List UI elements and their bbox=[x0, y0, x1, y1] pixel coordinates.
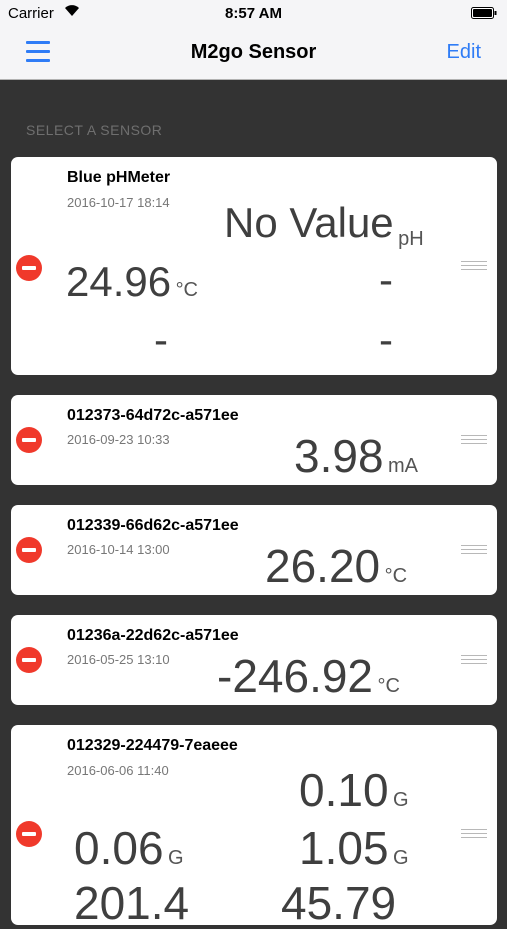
reorder-handle-icon[interactable] bbox=[461, 829, 487, 839]
reading: 3.98 mA bbox=[294, 430, 418, 482]
status-time: 8:57 AM bbox=[225, 5, 282, 22]
sensor-name: Blue pHMeter bbox=[67, 169, 171, 186]
reading: -246.92 °C bbox=[217, 650, 400, 702]
delete-icon[interactable] bbox=[16, 821, 42, 847]
reading: 45.79 bbox=[281, 877, 397, 929]
sensor-date: 2016-10-14 13:00 bbox=[67, 542, 170, 557]
reading: - bbox=[379, 256, 393, 303]
delete-icon[interactable] bbox=[16, 537, 42, 563]
reorder-handle-icon[interactable] bbox=[461, 545, 487, 555]
sensor-date: 2016-10-17 18:14 bbox=[67, 195, 170, 210]
sensor-card[interactable]: 01236a-22d62c-a571ee 2016-05-25 13:10 -2… bbox=[11, 615, 497, 705]
section-header: SELECT A SENSOR bbox=[26, 122, 163, 138]
sensor-card-blue-phmeter[interactable]: Blue pHMeter 2016-10-17 18:14 No Value p… bbox=[11, 157, 497, 375]
sensor-date: 2016-06-06 11:40 bbox=[67, 763, 169, 778]
reading: 0.10 G bbox=[299, 764, 409, 816]
sensor-name: 012373-64d72c-a571ee bbox=[67, 407, 239, 424]
sensor-date: 2016-09-23 10:33 bbox=[67, 432, 170, 447]
reading: 24.96 °C bbox=[66, 258, 199, 305]
delete-icon[interactable] bbox=[16, 255, 42, 281]
sensor-date: 2016-05-25 13:10 bbox=[67, 652, 170, 667]
reorder-handle-icon[interactable] bbox=[461, 655, 487, 665]
sensor-name: 01236a-22d62c-a571ee bbox=[67, 627, 239, 644]
delete-icon[interactable] bbox=[16, 427, 42, 453]
edit-button[interactable]: Edit bbox=[447, 41, 481, 64]
battery-icon bbox=[471, 7, 497, 19]
reading: 0.06 G bbox=[74, 822, 184, 874]
sensor-card[interactable]: 012373-64d72c-a571ee 2016-09-23 10:33 3.… bbox=[11, 395, 497, 485]
sensor-card[interactable]: 012339-66d62c-a571ee 2016-10-14 13:00 26… bbox=[11, 505, 497, 595]
reading: 26.20 °C bbox=[265, 540, 408, 592]
page-title: M2go Sensor bbox=[190, 41, 317, 63]
reading: 1.05 G bbox=[299, 822, 409, 874]
status-bar: Carrier 8:57 AM bbox=[0, 0, 507, 28]
reading: - bbox=[154, 316, 168, 363]
reading: 201.4 bbox=[74, 877, 190, 929]
nav-bar: M2go Sensor Edit bbox=[0, 28, 507, 80]
sensor-name: 012339-66d62c-a571ee bbox=[67, 517, 239, 534]
delete-icon[interactable] bbox=[16, 647, 42, 673]
reading: - bbox=[379, 316, 393, 363]
reorder-handle-icon[interactable] bbox=[461, 261, 487, 271]
reading: No Value pH bbox=[224, 199, 424, 250]
sensor-name: 012329-224479-7eaeee bbox=[67, 737, 238, 754]
reorder-handle-icon[interactable] bbox=[461, 435, 487, 445]
sensor-card[interactable]: 012329-224479-7eaeee 2016-06-06 11:40 0.… bbox=[11, 725, 497, 929]
